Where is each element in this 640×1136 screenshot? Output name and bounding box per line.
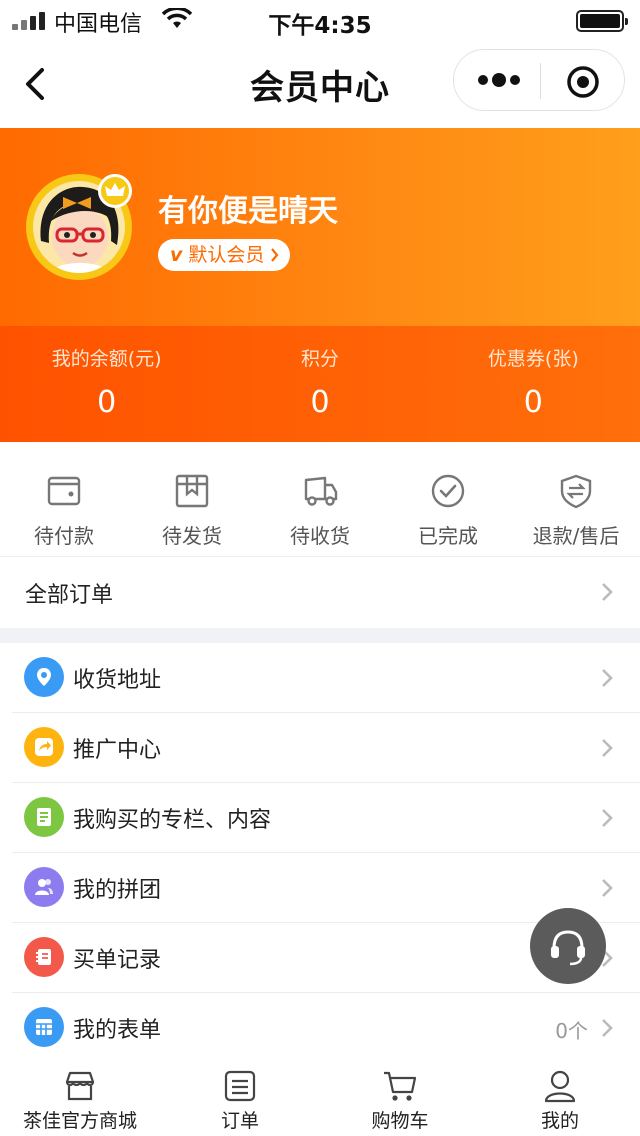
status-time: 下午4:35 xyxy=(268,13,372,39)
stat-label: 我的余额(元) xyxy=(51,348,162,370)
chevron-right-icon xyxy=(271,248,279,262)
battery-icon xyxy=(576,10,628,32)
menu-item-label: 收货地址 xyxy=(73,668,162,693)
order-completed[interactable]: 已完成 xyxy=(384,442,512,556)
bottom-tab-bar: 茶佳官方商城 订单 购物车 我的 xyxy=(0,1056,640,1136)
crown-icon xyxy=(98,174,132,208)
chevron-right-icon xyxy=(602,879,613,897)
all-orders-label: 全部订单 xyxy=(25,583,114,608)
stat-coupons[interactable]: 优惠券(张) 0 xyxy=(427,326,640,442)
order-pending-payment[interactable]: 待付款 xyxy=(0,442,128,556)
menu-list: 收货地址 推广中心 我购买的专栏、内容 我的拼团 买单记录 我的表单 0个 xyxy=(0,643,640,1063)
user-nickname: 有你便是晴天 xyxy=(158,194,338,229)
status-bar: 中国电信 下午4:35 xyxy=(0,0,640,40)
menu-item-label: 买单记录 xyxy=(73,948,162,973)
tab-label: 我的 xyxy=(540,1110,579,1132)
account-stats: 我的余额(元) 0 积分 0 优惠券(张) 0 xyxy=(0,326,640,442)
stat-balance[interactable]: 我的余额(元) 0 xyxy=(0,326,213,442)
tab-label: 茶佳官方商城 xyxy=(22,1110,137,1132)
menu-item-label: 我购买的专栏、内容 xyxy=(73,808,272,833)
order-status-label: 待付款 xyxy=(34,524,94,548)
member-level-label: 默认会员 xyxy=(188,244,265,266)
stat-value: 0 xyxy=(310,385,330,420)
stat-label: 优惠券(张) xyxy=(487,348,579,370)
shield-refund-icon xyxy=(560,474,592,509)
box-icon xyxy=(175,474,209,508)
document-icon xyxy=(24,797,64,837)
customer-service-button[interactable] xyxy=(530,908,606,984)
form-grid-icon xyxy=(24,1007,64,1047)
share-arrow-icon xyxy=(24,727,64,767)
chevron-right-icon xyxy=(602,1019,613,1037)
tab-label: 订单 xyxy=(220,1110,259,1132)
tab-cart[interactable]: 购物车 xyxy=(320,1056,480,1136)
wallet-icon xyxy=(47,476,81,506)
chevron-right-icon xyxy=(602,739,613,757)
order-list-icon xyxy=(224,1070,256,1102)
tab-shop[interactable]: 茶佳官方商城 xyxy=(0,1056,160,1136)
tab-label: 购物车 xyxy=(371,1110,429,1132)
navigation-bar: 会员中心 xyxy=(0,40,640,128)
menu-item-label: 推广中心 xyxy=(73,738,162,763)
more-dots-icon[interactable] xyxy=(476,68,522,92)
tab-mine[interactable]: 我的 xyxy=(480,1056,640,1136)
location-pin-icon xyxy=(24,657,64,697)
member-v-mark: v xyxy=(170,244,183,266)
menu-item-label: 我的拼团 xyxy=(73,878,162,903)
record-target-icon[interactable] xyxy=(566,65,600,99)
group-users-icon xyxy=(24,867,64,907)
tab-orders[interactable]: 订单 xyxy=(160,1056,320,1136)
order-pending-shipment[interactable]: 待发货 xyxy=(128,442,256,556)
order-status-row: 待付款 待发货 待收货 已完成 退款/售后 xyxy=(0,442,640,556)
chevron-right-icon xyxy=(602,809,613,827)
chevron-right-icon xyxy=(602,669,613,687)
order-status-label: 待发货 xyxy=(162,524,222,548)
stat-value: 0 xyxy=(523,385,543,420)
all-orders-row[interactable]: 全部订单 xyxy=(0,556,640,628)
stat-value: 0 xyxy=(97,385,117,420)
capsule-divider xyxy=(540,63,541,99)
chevron-right-icon xyxy=(602,583,613,601)
stat-points[interactable]: 积分 0 xyxy=(213,326,426,442)
stat-label: 积分 xyxy=(300,348,339,370)
mini-program-capsule xyxy=(453,49,625,111)
cart-icon xyxy=(384,1071,417,1101)
member-level-badge[interactable]: v 默认会员 xyxy=(158,239,291,271)
form-count: 0个 xyxy=(555,1019,588,1043)
menu-item-promotion[interactable]: 推广中心 xyxy=(12,713,640,783)
section-divider xyxy=(0,628,640,643)
menu-item-my-forms[interactable]: 我的表单 0个 xyxy=(12,993,640,1063)
check-circle-icon xyxy=(431,474,465,508)
truck-icon xyxy=(304,476,338,506)
menu-item-label: 我的表单 xyxy=(73,1018,162,1043)
menu-item-purchased-content[interactable]: 我购买的专栏、内容 xyxy=(12,783,640,853)
shop-icon xyxy=(65,1071,95,1101)
order-status-label: 退款/售后 xyxy=(532,524,620,548)
order-pending-receipt[interactable]: 待收货 xyxy=(256,442,384,556)
headset-icon xyxy=(551,930,585,966)
order-refund-aftersale[interactable]: 退款/售后 xyxy=(512,442,640,556)
user-icon xyxy=(544,1070,576,1103)
order-status-label: 待收货 xyxy=(290,524,350,548)
profile-header: 有你便是晴天 v 默认会员 xyxy=(0,128,640,326)
menu-item-address[interactable]: 收货地址 xyxy=(12,643,640,713)
receipt-icon xyxy=(24,937,64,977)
order-status-label: 已完成 xyxy=(418,524,478,548)
